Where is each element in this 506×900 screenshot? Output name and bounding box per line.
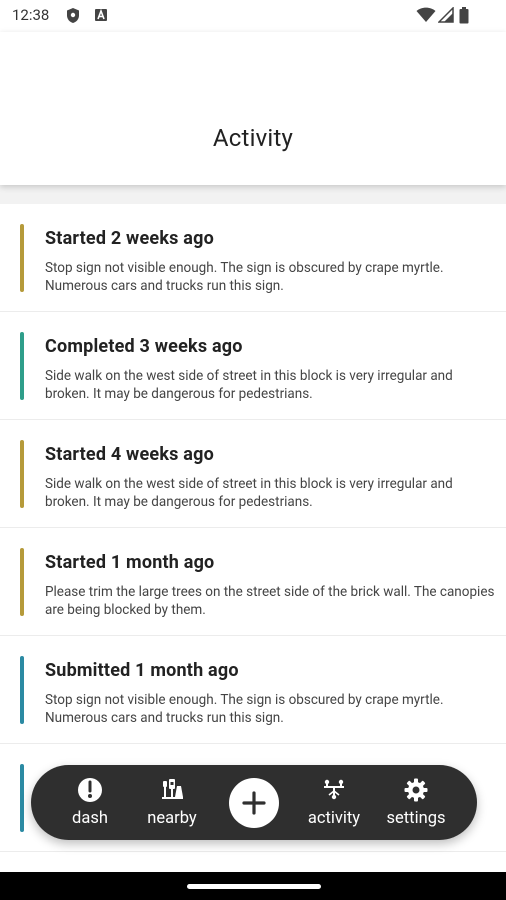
nav-label-settings: settings — [386, 809, 446, 828]
status-color-bar — [20, 224, 24, 292]
activity-title: Started 4 weeks ago — [45, 444, 214, 465]
activity-item[interactable]: Started 4 weeks ago Side walk on the wes… — [0, 420, 506, 528]
activity-description: Side walk on the west side of street in … — [45, 476, 453, 510]
app-header: Activity — [0, 32, 506, 185]
activity-item[interactable]: Completed 3 weeks ago Side walk on the w… — [0, 312, 506, 420]
bottom-navigation: dash nearby activity settings — [31, 765, 477, 840]
system-nav-bar — [0, 872, 506, 900]
add-icon — [242, 791, 266, 815]
nav-nearby[interactable]: nearby — [132, 777, 212, 828]
nearby-icon — [162, 779, 183, 799]
status-color-bar — [20, 656, 24, 724]
activity-title: Started 1 month ago — [45, 552, 215, 573]
activity-item[interactable]: Started 1 month ago Please trim the larg… — [0, 528, 506, 636]
status-color-bar — [20, 548, 24, 616]
status-color-bar — [20, 440, 24, 508]
nav-label-dash: dash — [72, 809, 108, 828]
nav-settings[interactable]: settings — [376, 777, 456, 828]
activity-title: Completed 3 weeks ago — [45, 336, 243, 357]
activity-item[interactable]: Started 2 weeks ago Stop sign not visibl… — [0, 204, 506, 312]
activity-item[interactable]: Submitted 1 month ago Stop sign not visi… — [0, 636, 506, 744]
status-color-bar — [20, 332, 24, 400]
dash-icon — [78, 778, 102, 802]
home-gesture-handle[interactable] — [187, 884, 321, 889]
font-icon — [94, 7, 108, 27]
battery-icon — [459, 7, 469, 28]
activity-title: Started 2 weeks ago — [45, 228, 214, 249]
activity-icon — [324, 779, 344, 800]
nav-activity[interactable]: activity — [294, 777, 374, 828]
activity-description: Please trim the large trees on the stree… — [45, 584, 495, 618]
activity-description: Stop sign not visible enough. The sign i… — [45, 260, 444, 294]
add-button[interactable] — [229, 778, 279, 828]
activity-title: Submitted 1 month ago — [45, 660, 239, 681]
status-time: 12:38 — [12, 6, 50, 24]
settings-icon — [404, 778, 428, 802]
status-bar: 12:38 — [0, 0, 506, 32]
nav-dash[interactable]: dash — [50, 777, 130, 828]
page-title: Activity — [212, 124, 294, 152]
signal-icon — [437, 6, 454, 27]
shield-icon — [66, 7, 80, 28]
activity-description: Side walk on the west side of street in … — [45, 368, 453, 402]
activity-description: Stop sign not visible enough. The sign i… — [45, 692, 444, 726]
status-color-bar — [20, 764, 24, 832]
nav-label-nearby: nearby — [147, 809, 197, 828]
wifi-icon — [416, 7, 436, 27]
nav-label-activity: activity — [307, 809, 361, 828]
